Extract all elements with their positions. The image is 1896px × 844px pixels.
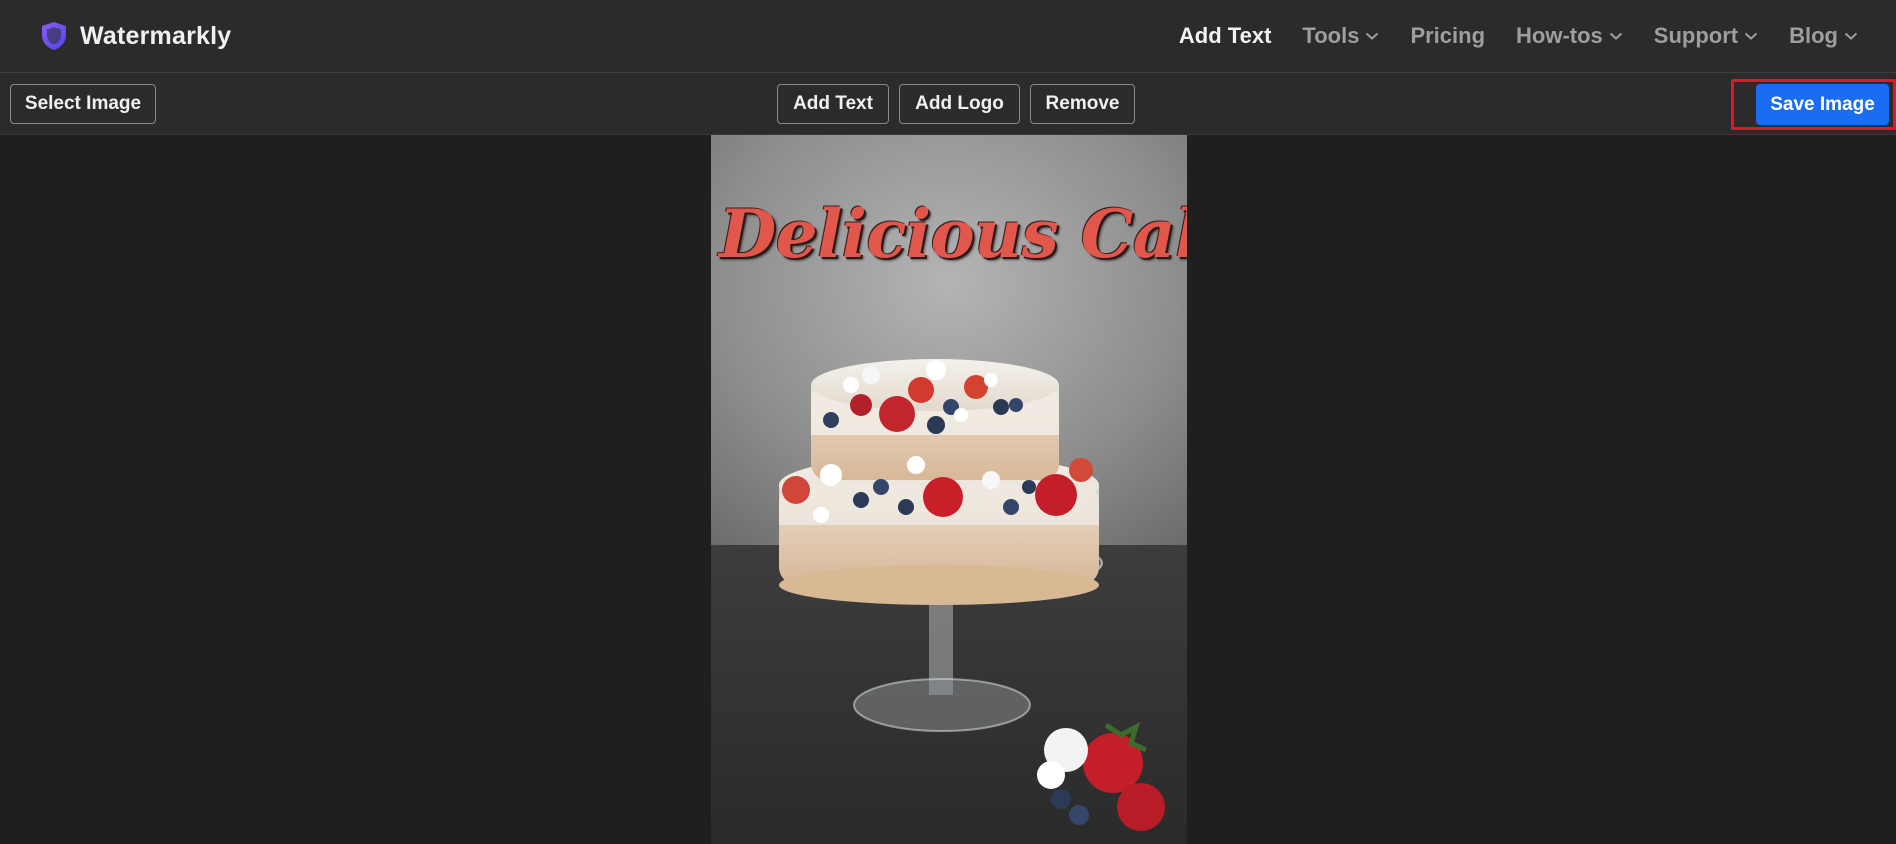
chevron-down-icon [1844,32,1858,40]
nav-support[interactable]: Support [1654,23,1758,49]
add-logo-button[interactable]: Add Logo [899,84,1020,124]
shield-icon [42,22,66,50]
nav-pricing-label: Pricing [1410,23,1486,48]
brand-name: Watermarkly [80,21,232,50]
save-image-button[interactable]: Save Image [1756,84,1889,125]
chevron-down-icon [1609,32,1622,40]
remove-button[interactable]: Remove [1030,84,1135,124]
nav-tools[interactable]: Tools [1302,23,1379,49]
canvas-workspace: Delicious Cake [0,135,1896,844]
chevron-down-icon [1366,32,1379,40]
select-image-button[interactable]: Select Image [10,84,156,124]
nav-how-tos[interactable]: How-tos [1516,23,1623,49]
add-text-button[interactable]: Add Text [777,84,889,124]
main-menu: Add Text Tools Pricing How-tos Support B… [1179,23,1858,49]
chevron-down-icon [1744,32,1758,40]
nav-blog-label: Blog [1789,23,1838,48]
nav-support-label: Support [1653,23,1739,48]
nav-tools-label: Tools [1302,23,1360,48]
top-navigation: Watermarkly Add Text Tools Pricing How-t… [0,0,1896,73]
editor-toolbar: Select Image Add Text Add Logo Remove Sa… [0,73,1896,135]
nav-blog[interactable]: Blog [1789,23,1858,49]
nav-add-text[interactable]: Add Text [1179,23,1271,49]
uploaded-image[interactable]: Delicious Cake [711,135,1187,844]
watermark-text[interactable]: Delicious Cake [719,195,1187,273]
brand[interactable]: Watermarkly [40,21,231,51]
nav-add-text-label: Add Text [1178,23,1272,48]
nav-how-tos-label: How-tos [1516,23,1603,48]
nav-pricing[interactable]: Pricing [1410,23,1485,49]
